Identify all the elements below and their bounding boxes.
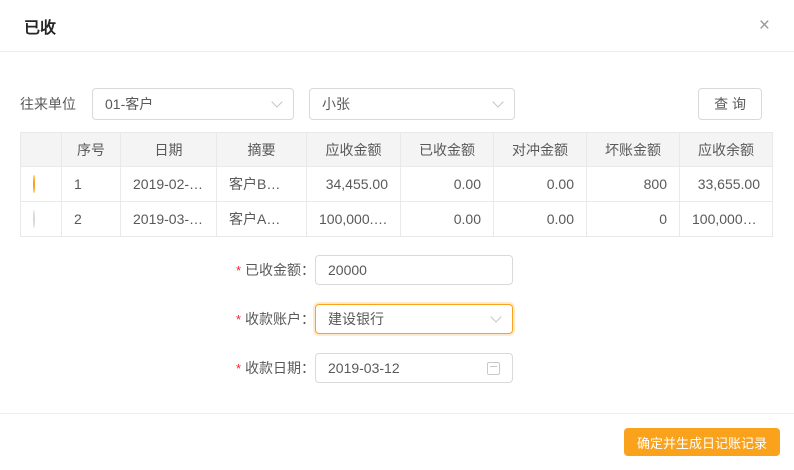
cell-offset: 0.00 (493, 201, 587, 237)
calendar-icon (487, 361, 500, 375)
modal-header: 已收 × (0, 0, 794, 52)
cell-date: 2019-02-12 (120, 166, 217, 202)
date-picker[interactable]: 2019-03-12 (315, 353, 513, 383)
cell-bad-debt: 800 (586, 166, 680, 202)
header-radio-col (20, 132, 62, 167)
cell-offset: 0.00 (493, 166, 587, 202)
modal-footer: 确定并生成日记账记录 (0, 413, 794, 470)
required-mark: * (235, 263, 241, 278)
date-label: * 收款日期： (235, 360, 315, 376)
header-summary: 摘要 (216, 132, 307, 167)
row-radio-unselected[interactable] (33, 210, 35, 228)
receivables-table: 序号 日期 摘要 应收金额 已收金额 对冲金额 坏账金额 应收余额 1 2019… (20, 132, 773, 237)
account-label: * 收款账户： (235, 311, 315, 327)
required-mark: * (235, 312, 241, 327)
filter-bar: 往来单位 01-客户 小张 查 询 (20, 88, 774, 120)
cell-balance: 100,000.00 (679, 201, 773, 237)
modal-title: 已收 (24, 19, 57, 37)
unit-select[interactable]: 01-客户 (92, 88, 294, 120)
confirm-button[interactable]: 确定并生成日记账记录 (623, 428, 780, 456)
chevron-down-icon (490, 311, 502, 323)
header-offset: 对冲金额 (493, 132, 587, 167)
person-select-value: 小张 (322, 96, 350, 112)
receipt-form: *已收金额： *收款账户： 建设银行 *收款日期： 2019-03-12 (0, 255, 794, 383)
required-mark: * (235, 361, 241, 376)
header-seq: 序号 (61, 132, 121, 167)
form-row-date: * 收款日期： 2019-03-12 (0, 353, 794, 383)
person-select[interactable]: 小张 (309, 88, 515, 120)
row-radio-selected[interactable] (33, 175, 35, 193)
cell-bad-debt: 0 (586, 201, 680, 237)
amount-input[interactable] (315, 255, 513, 285)
date-picker-value: 2019-03-12 (328, 360, 400, 376)
table-row[interactable]: 1 2019-02-12 客户B应收账款 34,455.00 0.00 0.00… (20, 166, 773, 202)
header-receivable: 应收金额 (306, 132, 401, 167)
cell-receivable: 100,000.00 (306, 201, 401, 237)
chevron-down-icon (492, 96, 504, 108)
filter-label: 往来单位 (20, 96, 76, 112)
cell-seq: 1 (61, 166, 121, 202)
cell-balance: 33,655.00 (679, 166, 773, 202)
unit-select-value: 01-客户 (105, 96, 154, 112)
account-select-value: 建设银行 (328, 311, 384, 327)
close-icon[interactable]: × (759, 16, 770, 35)
cell-received: 0.00 (400, 201, 494, 237)
header-received: 已收金额 (400, 132, 494, 167)
header-balance: 应收余额 (679, 132, 773, 167)
cell-seq: 2 (61, 201, 121, 237)
amount-label: * 已收金额： (235, 262, 315, 278)
form-row-account: * 收款账户： 建设银行 (0, 304, 794, 334)
form-row-amount: * 已收金额： (0, 255, 794, 285)
cell-received: 0.00 (400, 166, 494, 202)
cell-summary: 客户B应收账款 (216, 166, 307, 202)
cell-date: 2019-03-12 (120, 201, 217, 237)
chevron-down-icon (271, 96, 283, 108)
cell-receivable: 34,455.00 (306, 166, 401, 202)
search-button[interactable]: 查 询 (698, 88, 762, 120)
table-row[interactable]: 2 2019-03-12 客户A应收10… 100,000.00 0.00 0.… (20, 201, 773, 237)
cell-summary: 客户A应收10… (216, 201, 307, 237)
account-select[interactable]: 建设银行 (315, 304, 513, 334)
header-bad-debt: 坏账金额 (586, 132, 680, 167)
table-header-row: 序号 日期 摘要 应收金额 已收金额 对冲金额 坏账金额 应收余额 (20, 132, 773, 167)
header-date: 日期 (120, 132, 217, 167)
